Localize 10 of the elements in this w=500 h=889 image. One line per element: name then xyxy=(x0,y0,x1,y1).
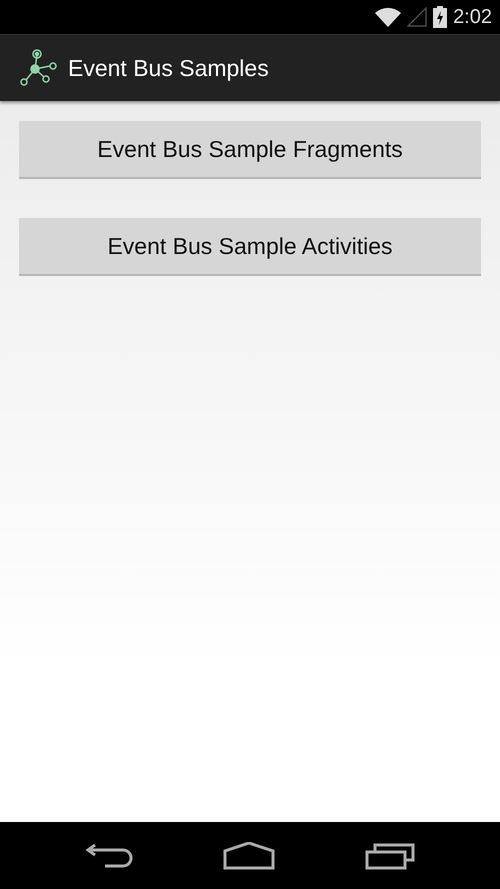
home-icon[interactable] xyxy=(223,842,275,870)
recent-apps-icon[interactable] xyxy=(365,842,415,870)
signal-icon xyxy=(407,7,428,27)
wifi-icon xyxy=(375,7,402,27)
back-icon[interactable] xyxy=(85,842,133,870)
app-title: Event Bus Samples xyxy=(68,54,269,82)
clock-time: 2:02 xyxy=(453,6,492,28)
sample-button[interactable]: Event Bus Sample Fragments xyxy=(19,121,481,179)
sample-button[interactable]: Event Bus Sample Activities xyxy=(19,218,481,276)
battery-charging-icon xyxy=(433,6,448,28)
